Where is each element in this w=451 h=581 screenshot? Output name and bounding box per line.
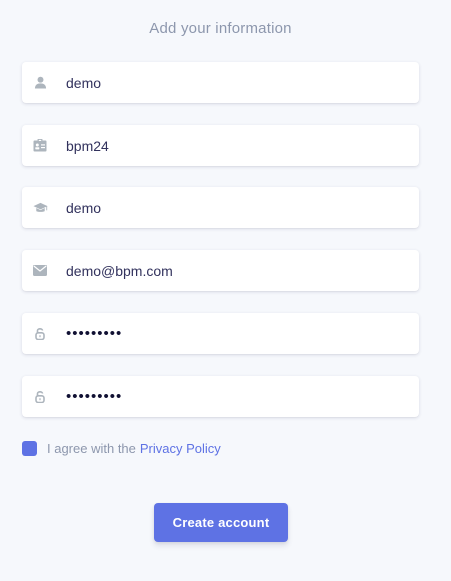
education-input[interactable]: [66, 197, 366, 218]
username-input[interactable]: [66, 135, 366, 156]
confirm-password-field[interactable]: [22, 376, 419, 417]
lock-icon: [32, 326, 48, 342]
name-field[interactable]: [22, 62, 419, 103]
envelope-icon: [32, 263, 48, 279]
name-input[interactable]: [66, 72, 366, 93]
education-field[interactable]: [22, 187, 419, 228]
privacy-agreement: I agree with the Privacy Policy: [22, 441, 221, 456]
user-icon: [32, 75, 48, 91]
email-field[interactable]: [22, 250, 419, 291]
agree-label: I agree with the: [47, 441, 136, 456]
agree-checkbox[interactable]: [22, 441, 37, 456]
create-account-button[interactable]: Create account: [154, 503, 288, 542]
email-input[interactable]: [66, 260, 366, 281]
lock-icon: [32, 389, 48, 405]
privacy-policy-link[interactable]: Privacy Policy: [140, 441, 221, 456]
form-title: Add your information: [149, 20, 292, 37]
username-field[interactable]: [22, 125, 419, 166]
id-card-icon: [32, 138, 48, 154]
password-field[interactable]: [22, 313, 419, 354]
graduation-cap-icon: [32, 200, 48, 216]
confirm-password-input[interactable]: [66, 386, 366, 407]
password-input[interactable]: [66, 323, 366, 344]
